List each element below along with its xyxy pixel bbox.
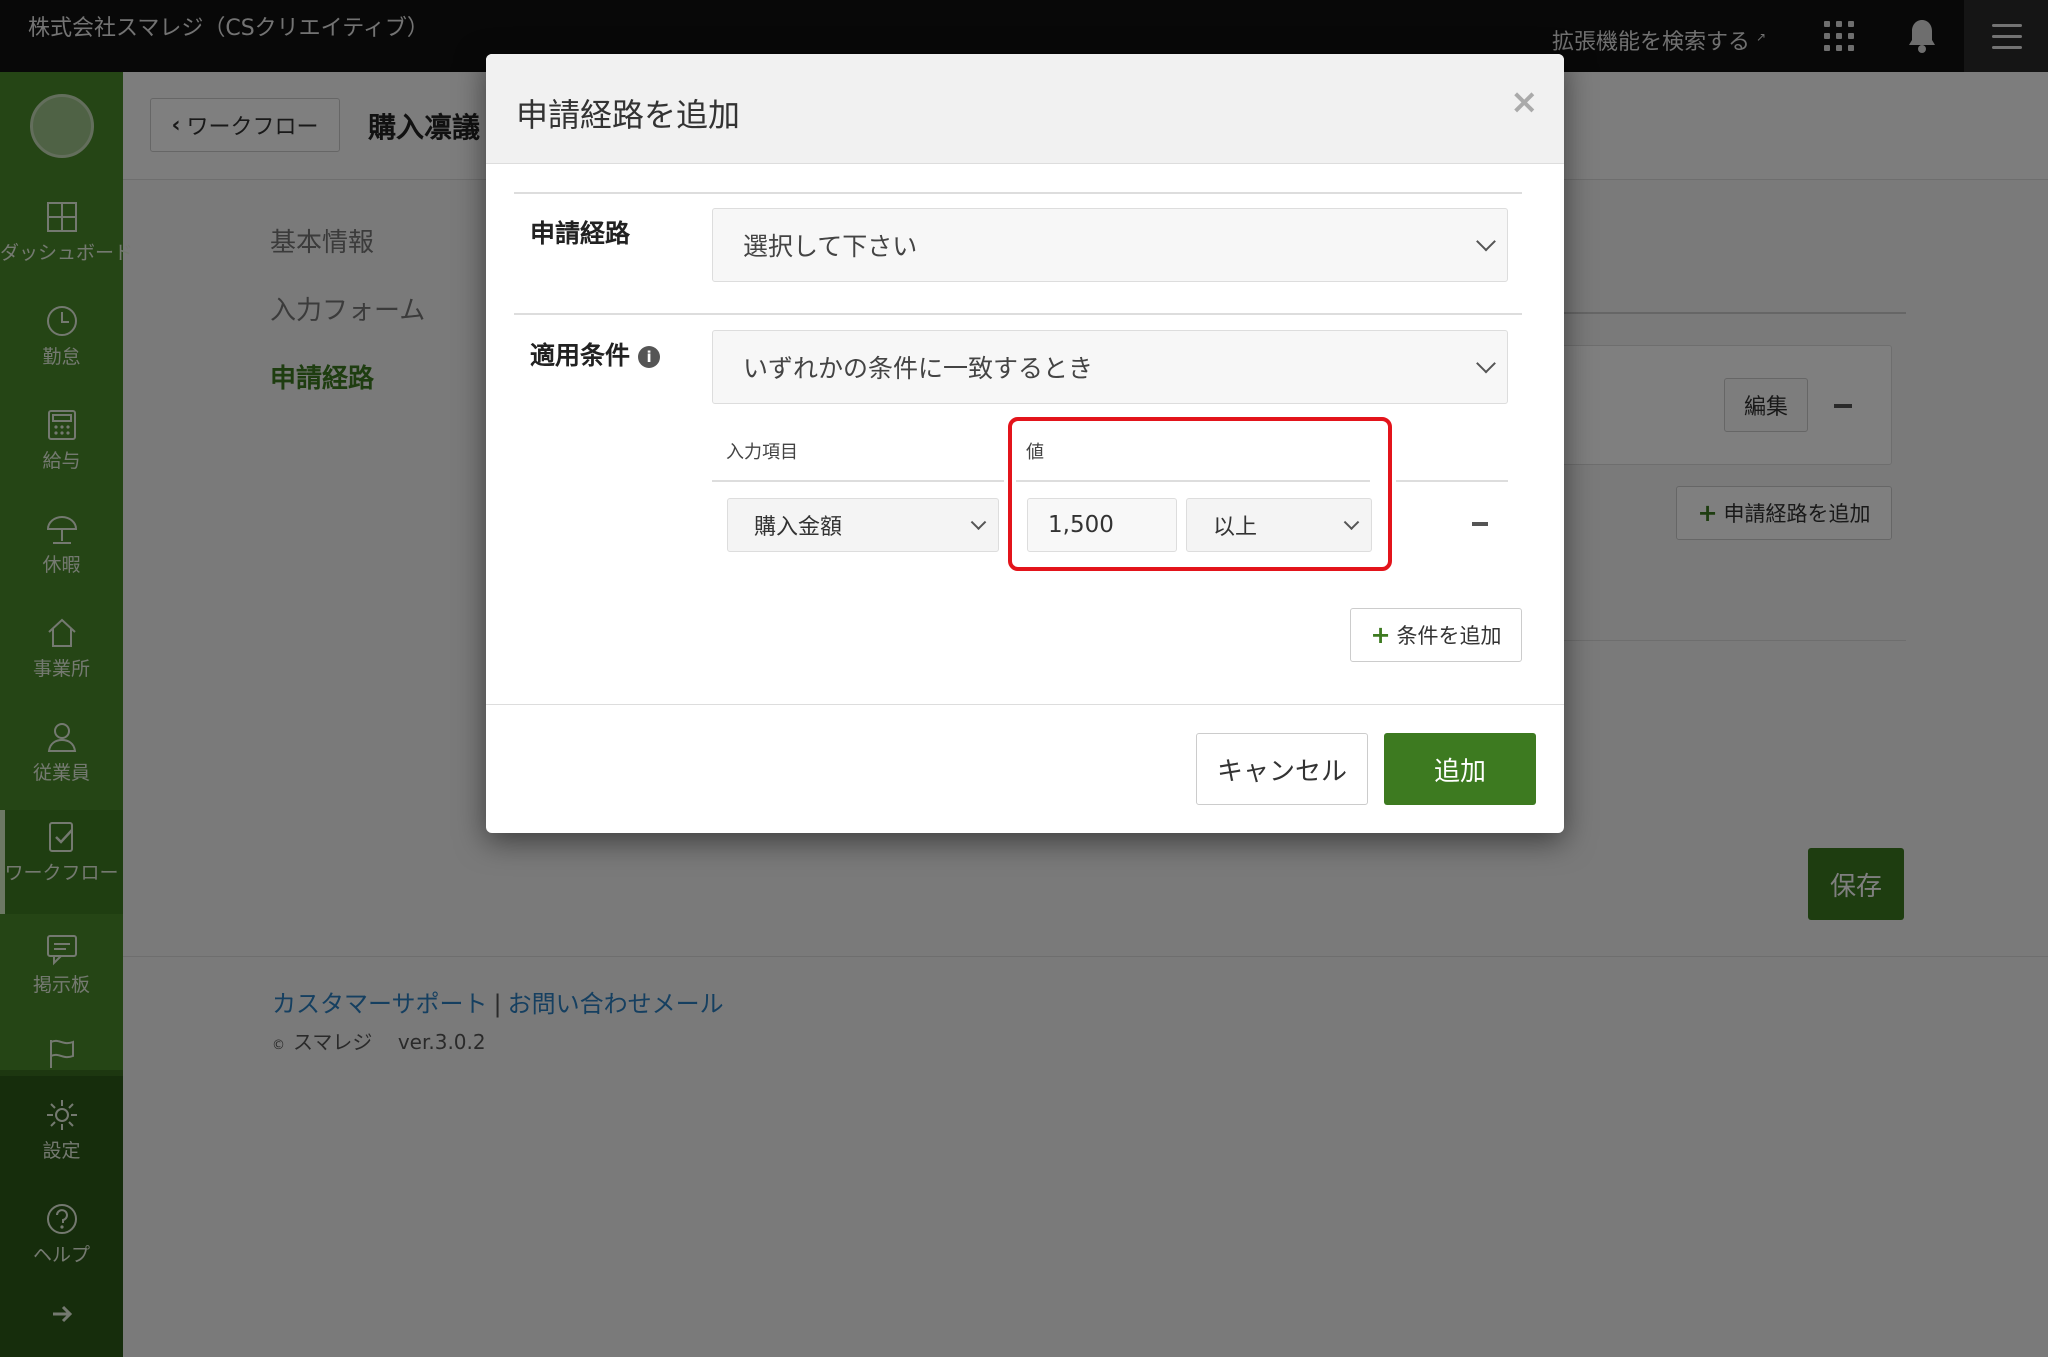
route-label: 申請経路 — [530, 219, 631, 248]
chevron-down-icon — [1476, 231, 1496, 252]
condition-field-value: 購入金額 — [754, 515, 843, 540]
divider — [514, 313, 1522, 315]
divider — [1396, 480, 1508, 482]
condition-label: 適用条件 i — [530, 336, 661, 372]
condition-match-value: いずれかの条件に一致するとき — [743, 354, 1094, 383]
add-condition-label: 条件を追加 — [1396, 624, 1502, 648]
column-header-field: 入力項目 — [726, 442, 798, 463]
remove-condition-icon[interactable] — [1472, 522, 1488, 526]
modal-footer-divider — [486, 704, 1564, 705]
condition-match-select[interactable]: いずれかの条件に一致するとき — [712, 330, 1508, 404]
condition-field-select[interactable]: 購入金額 — [727, 498, 999, 552]
cancel-button[interactable]: キャンセル — [1196, 733, 1368, 805]
route-select-value: 選択して下さい — [743, 232, 918, 261]
modal-title: 申請経路を追加 — [516, 96, 741, 134]
add-condition-button[interactable]: + 条件を追加 — [1350, 608, 1522, 662]
plus-icon: + — [1370, 621, 1391, 649]
chevron-down-icon — [1476, 353, 1496, 374]
divider — [514, 192, 1522, 194]
info-icon[interactable]: i — [638, 346, 661, 368]
chevron-down-icon — [970, 514, 987, 531]
divider — [712, 480, 1004, 482]
modal-header: 申請経路を追加 × — [486, 54, 1564, 164]
route-select[interactable]: 選択して下さい — [712, 208, 1508, 282]
condition-label-text: 適用条件 — [530, 341, 631, 370]
close-icon[interactable]: × — [1510, 82, 1539, 122]
add-button[interactable]: 追加 — [1384, 733, 1536, 805]
value-highlight-annotation — [1008, 417, 1392, 571]
